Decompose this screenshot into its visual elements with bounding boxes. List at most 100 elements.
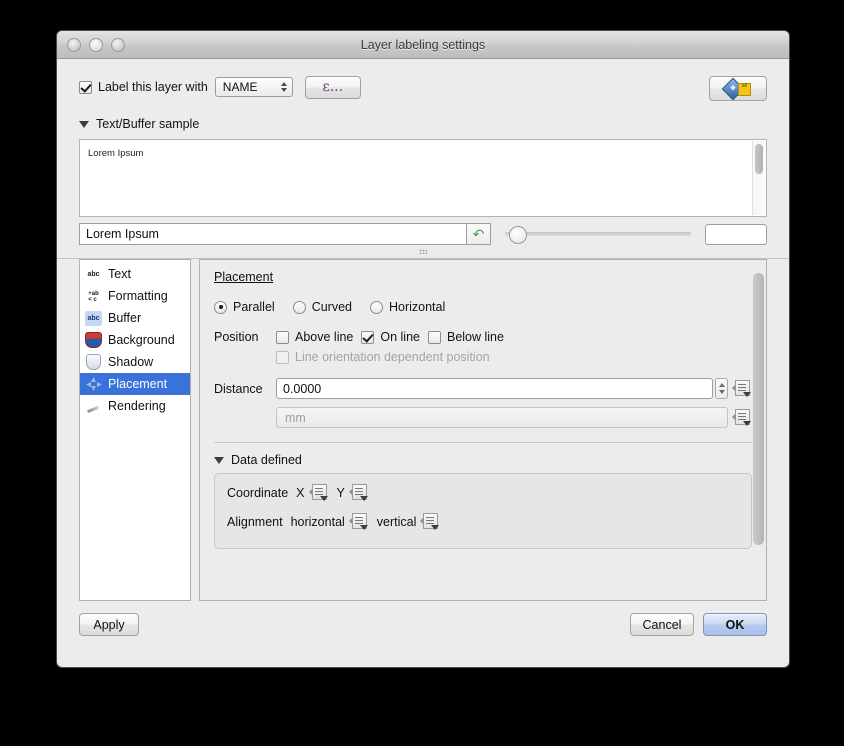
text-abc-icon: abc xyxy=(87,270,100,278)
coordinate-label: Coordinate xyxy=(227,485,289,500)
sidebar-item-formatting[interactable]: +ab < c Formatting xyxy=(80,285,190,307)
sidebar-item-label: Formatting xyxy=(108,289,168,303)
coordinate-x-override-icon[interactable] xyxy=(308,484,329,501)
minimize-button[interactable] xyxy=(89,37,103,52)
expression-button[interactable]: ε... xyxy=(304,75,361,99)
position-row: Position Above line On line Below line xyxy=(214,330,752,344)
label-this-layer-checkbox[interactable] xyxy=(79,80,92,94)
placement-arrows-icon xyxy=(85,377,102,392)
dialog-body: Label this layer with NAME ε... ab Text/… xyxy=(57,59,789,667)
data-defined-row-alignment: Alignment horizontal vertical xyxy=(227,513,739,530)
sample-group-label: Text/Buffer sample xyxy=(96,117,200,131)
radio-parallel-label: Parallel xyxy=(233,300,275,314)
distance-units-combo[interactable]: mm xyxy=(276,407,728,428)
field-select-value: NAME xyxy=(222,80,258,94)
labeling-engine-settings-button[interactable]: ab xyxy=(709,76,767,101)
title-bar[interactable]: Layer labeling settings xyxy=(57,31,789,59)
checkbox-line-orientation-label: Line orientation dependent position xyxy=(295,350,490,364)
sidebar-item-placement[interactable]: Placement xyxy=(80,373,190,395)
data-defined-label: Data defined xyxy=(231,453,302,467)
coordinate-y-override-icon[interactable] xyxy=(348,484,369,501)
data-defined-box: Coordinate X Y Alignment horizontal vert… xyxy=(214,473,752,549)
sidebar-item-label: Placement xyxy=(108,377,168,391)
sidebar-item-label: Text xyxy=(108,267,131,281)
checkbox-on-line-label: On line xyxy=(380,330,420,344)
sample-scrollbar[interactable] xyxy=(752,141,765,215)
distance-units-value: mm xyxy=(285,410,306,425)
alignment-vertical-override-icon[interactable] xyxy=(420,513,440,530)
distance-stepper[interactable] xyxy=(715,378,728,399)
splitter-handle[interactable] xyxy=(57,245,789,259)
checkbox-on-line[interactable] xyxy=(361,330,375,344)
line-orientation-row: Line orientation dependent position xyxy=(214,350,752,364)
sidebar-item-label: Shadow xyxy=(108,355,154,369)
revert-arrow-icon[interactable]: ↶ xyxy=(467,223,491,245)
cancel-button[interactable]: Cancel xyxy=(630,613,694,636)
checkbox-below-line-label: Below line xyxy=(446,330,504,344)
sidebar-item-shadow[interactable]: Shadow xyxy=(80,351,190,373)
panel-scrollbar[interactable] xyxy=(753,263,764,597)
radio-horizontal[interactable] xyxy=(369,300,383,314)
sample-scale-field[interactable] xyxy=(704,223,767,245)
sample-zoom-slider[interactable] xyxy=(504,223,691,245)
label-layer-row: Label this layer with NAME ε... ab xyxy=(79,59,767,115)
sample-text-input[interactable]: Lorem Ipsum xyxy=(79,223,468,245)
labeling-placement-icon: ab xyxy=(721,77,751,101)
alignment-horizontal-label: horizontal xyxy=(290,514,345,529)
data-defined-row-coordinate: Coordinate X Y xyxy=(227,484,739,501)
label-this-layer-label: Label this layer with xyxy=(98,80,208,94)
window-title: Layer labeling settings xyxy=(360,37,486,52)
rendering-brush-icon xyxy=(85,399,102,414)
buffer-abc-icon: abc xyxy=(85,310,102,326)
radio-parallel[interactable] xyxy=(214,300,227,314)
placement-mode-group: Parallel Curved Horizontal xyxy=(214,300,752,314)
coordinate-x-label: X xyxy=(296,485,305,500)
sidebar-item-label: Buffer xyxy=(108,311,142,325)
distance-units-row: mm xyxy=(214,407,752,428)
checkbox-line-orientation[interactable] xyxy=(276,350,289,364)
formatting-icon: +ab < c xyxy=(88,290,99,303)
sample-input-row: Lorem Ipsum ↶ xyxy=(79,223,767,245)
collapse-triangle-icon xyxy=(79,120,89,128)
coordinate-y-label: Y xyxy=(336,485,345,500)
sidebar-item-rendering[interactable]: Rendering xyxy=(80,395,190,417)
apply-button[interactable]: Apply xyxy=(79,613,139,636)
alignment-horizontal-override-icon[interactable] xyxy=(348,513,369,530)
settings-sidebar: abc Text +ab < c Formatting abc Buffer Ba… xyxy=(79,259,191,601)
shadow-shield-icon xyxy=(85,354,102,370)
distance-override-icon[interactable] xyxy=(732,380,752,397)
distance-input[interactable]: 0.0000 xyxy=(276,378,713,399)
close-button[interactable] xyxy=(67,37,81,52)
position-label: Position xyxy=(214,330,259,344)
radio-curved-label: Curved xyxy=(311,300,352,314)
sample-preview-area: Lorem Ipsum xyxy=(79,139,767,217)
layer-labeling-settings-dialog: Layer labeling settings Label this layer… xyxy=(56,30,790,668)
checkbox-below-line[interactable] xyxy=(427,330,441,344)
radio-horizontal-label: Horizontal xyxy=(388,300,446,314)
panel-title: Placement xyxy=(214,270,274,284)
field-select-combo[interactable]: NAME xyxy=(214,77,293,97)
sample-preview-text: Lorem Ipsum xyxy=(88,148,144,159)
zoom-button[interactable] xyxy=(111,37,125,52)
alignment-label: Alignment xyxy=(227,514,283,529)
background-shield-icon xyxy=(85,332,102,348)
checkbox-above-line-label: Above line xyxy=(295,330,354,344)
distance-row: Distance 0.0000 xyxy=(214,378,752,399)
sidebar-item-label: Background xyxy=(108,333,175,347)
sidebar-item-label: Rendering xyxy=(108,399,166,413)
data-defined-header[interactable]: Data defined xyxy=(214,453,752,467)
radio-curved[interactable] xyxy=(292,300,306,314)
sidebar-item-buffer[interactable]: abc Buffer xyxy=(80,307,190,329)
dialog-footer: Apply Cancel OK xyxy=(79,613,767,636)
sample-group-header[interactable]: Text/Buffer sample xyxy=(79,117,767,131)
sidebar-item-background[interactable]: Background xyxy=(80,329,190,351)
checkbox-above-line[interactable] xyxy=(276,330,289,344)
distance-label: Distance xyxy=(214,381,263,396)
sidebar-item-text[interactable]: abc Text xyxy=(80,263,190,285)
units-override-icon[interactable] xyxy=(732,409,752,426)
alignment-vertical-label: vertical xyxy=(376,514,417,529)
collapse-triangle-icon xyxy=(214,456,224,464)
window-controls xyxy=(67,37,125,52)
main-content: abc Text +ab < c Formatting abc Buffer Ba… xyxy=(79,259,767,601)
ok-button[interactable]: OK xyxy=(703,613,767,636)
